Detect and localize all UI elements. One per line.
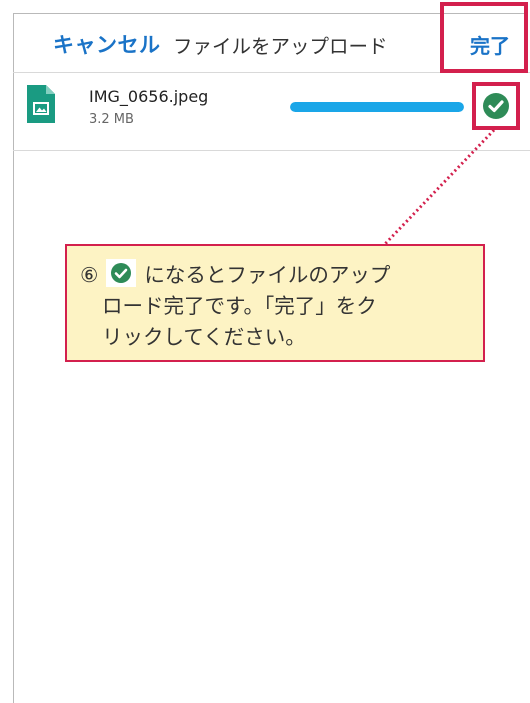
cancel-button[interactable]: キャンセル	[53, 29, 161, 59]
instruction-line-2: ロード完了です。「完了」をク	[102, 294, 377, 318]
file-name: IMG_0656.jpeg	[89, 87, 209, 106]
instruction-line-3: リックしてください。	[102, 325, 306, 349]
instruction-line-1: になるとファイルのアップ	[144, 263, 391, 287]
inline-check-circle-icon	[106, 259, 137, 287]
step-number: ⑥	[80, 263, 99, 287]
upload-progress-fill	[290, 102, 464, 112]
done-button[interactable]: 完了	[470, 30, 510, 59]
instruction-text: ⑥ になるとファイルのアップ ロード完了です。「完了」をク リックしてください。	[80, 259, 475, 353]
page-title: ファイルをアップロード	[173, 35, 388, 58]
file-size: 3.2 MB	[89, 112, 134, 127]
image-file-icon	[27, 85, 55, 123]
check-circle-icon	[483, 93, 509, 119]
upload-progress-bar	[290, 102, 464, 112]
